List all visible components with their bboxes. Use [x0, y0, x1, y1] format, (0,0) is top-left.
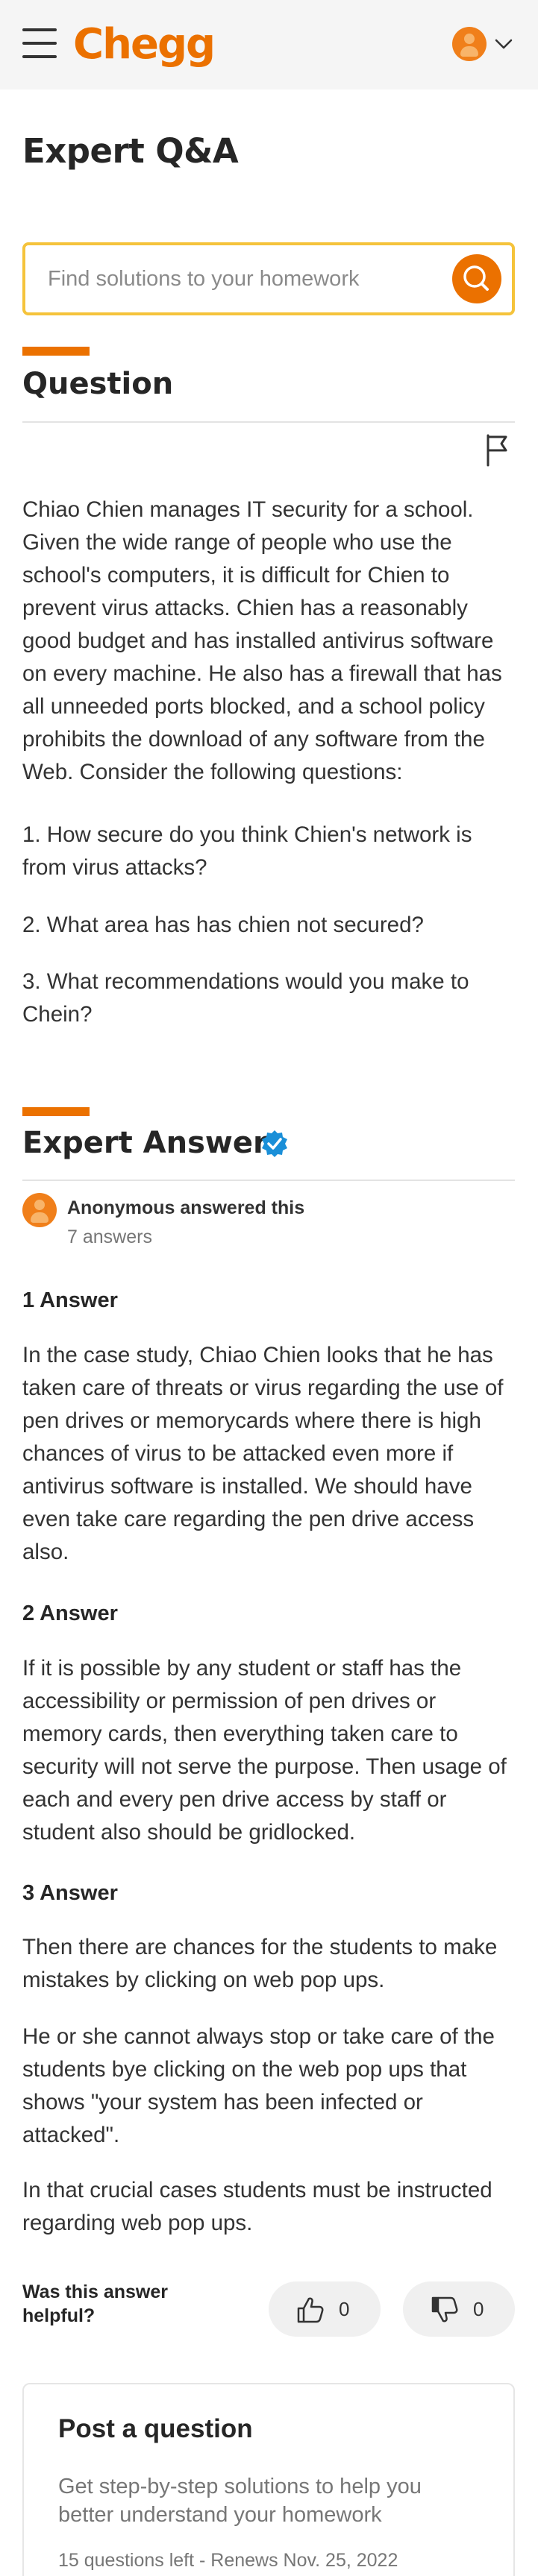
- post-card-title: Post a question: [58, 2414, 253, 2443]
- answer-3-paragraph-2: He or she cannot always stop or take car…: [22, 2024, 495, 2147]
- user-avatar-icon[interactable]: [452, 27, 487, 61]
- thumbs-down-icon: [431, 2296, 458, 2323]
- answer-1-paragraph: In the case study, Chiao Chien looks tha…: [22, 1343, 504, 1564]
- question-item-1: 1. How secure do you think Chien's netwo…: [22, 822, 472, 880]
- author-answer-count: 7 answers: [67, 1226, 152, 1247]
- answer-3-paragraph-3: In that crucial cases students must be i…: [22, 2178, 492, 2235]
- chevron-down-icon[interactable]: [492, 33, 515, 55]
- search-button[interactable]: [452, 254, 501, 303]
- helpful-question: Was this answer helpful?: [22, 2281, 168, 2326]
- question-divider: [22, 421, 515, 423]
- page-title: Expert Q&A: [22, 131, 239, 171]
- question-heading: Question: [22, 367, 174, 401]
- answer-heading: Expert Answer: [22, 1126, 268, 1160]
- search-icon: [463, 265, 489, 291]
- author-avatar[interactable]: [22, 1193, 57, 1227]
- thumbs-up-icon: [297, 2297, 324, 2323]
- post-card-description: Get step-by-step solutions to help you b…: [58, 2475, 422, 2527]
- answer-3-heading: 3 Answer: [22, 1881, 118, 1905]
- downvote-count: 0: [473, 2298, 484, 2320]
- question-item-3: 3. What recommendations would you make t…: [22, 969, 469, 1027]
- answer-2-heading: 2 Answer: [22, 1602, 118, 1625]
- question-body: Chiao Chien manages IT security for a sc…: [22, 497, 502, 784]
- author-name[interactable]: Anonymous answered this: [67, 1197, 304, 1219]
- question-item-2: 2. What area has has chien not secured?: [22, 913, 424, 937]
- downvote-button[interactable]: 0: [403, 2281, 515, 2337]
- verified-badge-icon: [262, 1130, 287, 1157]
- answer-divider: [22, 1180, 515, 1181]
- search-input[interactable]: [48, 263, 451, 295]
- search-bar: [22, 242, 515, 315]
- answer-3-paragraph-1: Then there are chances for the students …: [22, 1935, 498, 1992]
- answer-2-paragraph: If it is possible by any student or staf…: [22, 1656, 507, 1845]
- question-accent-bar: [22, 347, 90, 356]
- answer-1-heading: 1 Answer: [22, 1288, 118, 1312]
- chegg-logo[interactable]: Chegg: [73, 15, 216, 75]
- top-navigation-bar: Chegg: [0, 0, 538, 89]
- question-quota: 15 questions left - Renews Nov. 25, 2022: [58, 2550, 398, 2571]
- flag-icon[interactable]: [484, 432, 510, 468]
- hamburger-menu-icon[interactable]: [22, 28, 58, 58]
- post-question-card[interactable]: Post a question Get step-by-step solutio…: [22, 2383, 515, 2576]
- upvote-button[interactable]: 0: [269, 2281, 381, 2337]
- answer-accent-bar: [22, 1107, 90, 1116]
- upvote-count: 0: [339, 2298, 350, 2320]
